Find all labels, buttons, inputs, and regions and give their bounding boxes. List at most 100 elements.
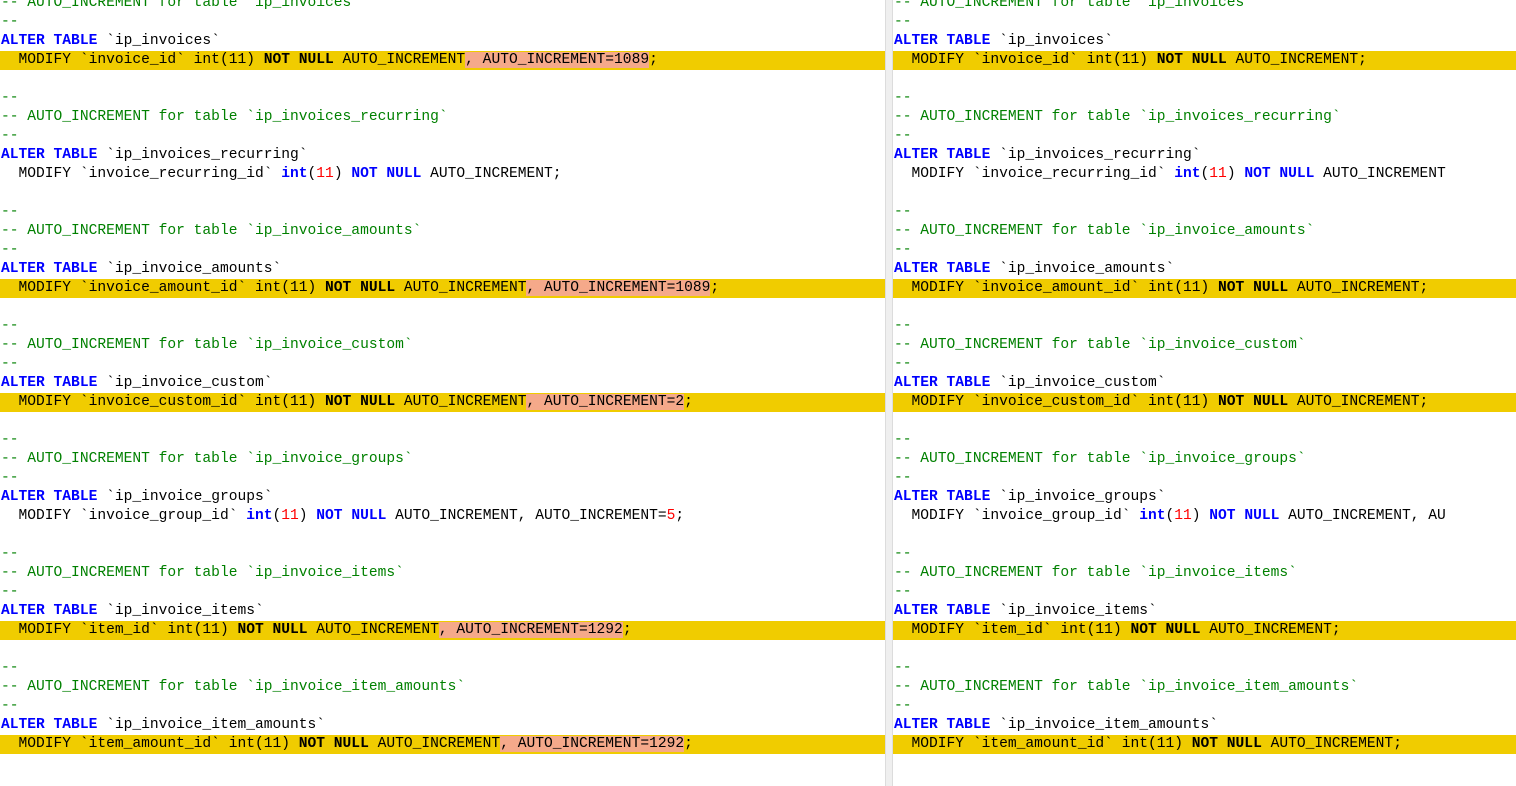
sql-keyword: int xyxy=(246,508,273,524)
diff-pane-left[interactable]: -- AUTO_INCREMENT for table `ip_invoices… xyxy=(0,0,885,786)
pane-splitter[interactable] xyxy=(885,0,893,786)
changed-code-line[interactable]: MODIFY `item_amount_id` int(11) NOT NULL… xyxy=(0,735,885,754)
sql-number: 11 xyxy=(1209,166,1227,182)
code-line[interactable]: -- xyxy=(0,13,885,32)
code-line[interactable] xyxy=(0,298,885,317)
sql-text: `ip_invoices_recurring` xyxy=(990,147,1201,163)
code-line[interactable]: -- xyxy=(0,355,885,374)
code-line[interactable] xyxy=(893,526,1516,545)
code-line[interactable]: -- xyxy=(893,203,1516,222)
changed-code-line[interactable]: MODIFY `item_amount_id` int(11) NOT NULL… xyxy=(893,735,1516,754)
code-line[interactable]: -- AUTO_INCREMENT for table `ip_invoice_… xyxy=(0,678,885,697)
code-line[interactable]: -- xyxy=(0,89,885,108)
code-line[interactable]: -- AUTO_INCREMENT for table `ip_invoice_… xyxy=(0,450,885,469)
code-line[interactable]: -- AUTO_INCREMENT for table `ip_invoice_… xyxy=(893,222,1516,241)
diff-pane-right[interactable]: -- AUTO_INCREMENT for table `ip_invoices… xyxy=(893,0,1516,786)
code-line[interactable]: -- xyxy=(0,203,885,222)
code-line[interactable]: ALTER TABLE `ip_invoice_groups` xyxy=(0,488,885,507)
sql-text: `ip_invoices` xyxy=(990,33,1113,49)
changed-code-line[interactable]: MODIFY `item_id` int(11) NOT NULL AUTO_I… xyxy=(893,621,1516,640)
code-line[interactable]: ALTER TABLE `ip_invoice_custom` xyxy=(893,374,1516,393)
changed-code-line[interactable]: MODIFY `invoice_amount_id` int(11) NOT N… xyxy=(893,279,1516,298)
code-line[interactable] xyxy=(0,526,885,545)
code-line[interactable]: -- xyxy=(0,545,885,564)
removed-text: , AUTO_INCREMENT=1292 xyxy=(438,622,623,638)
code-line[interactable]: ALTER TABLE `ip_invoices_recurring` xyxy=(0,146,885,165)
code-line[interactable] xyxy=(893,184,1516,203)
code-line[interactable]: -- AUTO_INCREMENT for table `ip_invoice_… xyxy=(893,450,1516,469)
code-line[interactable]: -- xyxy=(0,127,885,146)
code-line[interactable]: -- xyxy=(893,431,1516,450)
code-line[interactable]: -- AUTO_INCREMENT for table `ip_invoices… xyxy=(0,108,885,127)
code-line[interactable]: ALTER TABLE `ip_invoice_item_amounts` xyxy=(893,716,1516,735)
code-line[interactable]: ALTER TABLE `ip_invoice_amounts` xyxy=(893,260,1516,279)
code-line[interactable]: -- AUTO_INCREMENT for table `ip_invoice_… xyxy=(893,678,1516,697)
code-line[interactable]: MODIFY `invoice_group_id` int(11) NOT NU… xyxy=(0,507,885,526)
code-line[interactable]: -- xyxy=(0,241,885,260)
sql-keyword: ALTER TABLE xyxy=(894,261,991,277)
changed-code-line[interactable]: MODIFY `invoice_id` int(11) NOT NULL AUT… xyxy=(893,51,1516,70)
code-line[interactable] xyxy=(0,70,885,89)
changed-code-line[interactable]: MODIFY `invoice_custom_id` int(11) NOT N… xyxy=(893,393,1516,412)
code-line[interactable] xyxy=(893,640,1516,659)
code-line[interactable]: -- xyxy=(893,355,1516,374)
code-line[interactable]: ALTER TABLE `ip_invoice_items` xyxy=(0,602,885,621)
code-line[interactable]: -- xyxy=(893,89,1516,108)
code-line[interactable]: -- xyxy=(893,127,1516,146)
code-line[interactable]: -- xyxy=(893,659,1516,678)
sql-comment: -- xyxy=(894,204,912,220)
code-line[interactable]: -- xyxy=(0,431,885,450)
code-line[interactable]: -- xyxy=(893,697,1516,716)
sql-keyword: NOT NULL xyxy=(1209,508,1280,524)
code-line[interactable]: -- xyxy=(893,13,1516,32)
sql-text: ( xyxy=(1165,508,1175,524)
sql-comment: -- xyxy=(1,242,19,258)
code-line[interactable]: -- xyxy=(893,469,1516,488)
code-line[interactable]: -- xyxy=(0,659,885,678)
sql-text: MODIFY `invoice_amount_id` int(11) xyxy=(894,280,1219,296)
changed-code-line[interactable]: MODIFY `invoice_id` int(11) NOT NULL AUT… xyxy=(0,51,885,70)
sql-comment: -- xyxy=(1,660,19,676)
code-line[interactable]: -- AUTO_INCREMENT for table `ip_invoice_… xyxy=(0,336,885,355)
code-line[interactable] xyxy=(0,640,885,659)
code-line[interactable]: -- AUTO_INCREMENT for table `ip_invoices… xyxy=(893,108,1516,127)
changed-code-line[interactable]: MODIFY `invoice_amount_id` int(11) NOT N… xyxy=(0,279,885,298)
sql-text: `ip_invoice_item_amounts` xyxy=(990,717,1219,733)
sql-text: `ip_invoice_items` xyxy=(97,603,264,619)
code-line[interactable]: -- AUTO_INCREMENT for table `ip_invoices… xyxy=(0,0,885,13)
code-line[interactable]: -- xyxy=(0,583,885,602)
code-line[interactable]: -- AUTO_INCREMENT for table `ip_invoice_… xyxy=(0,564,885,583)
code-line[interactable]: MODIFY `invoice_recurring_id` int(11) NO… xyxy=(893,165,1516,184)
code-line[interactable]: -- AUTO_INCREMENT for table `ip_invoices… xyxy=(893,0,1516,13)
code-line[interactable]: -- xyxy=(0,317,885,336)
sql-text: `ip_invoice_custom` xyxy=(97,375,273,391)
code-line[interactable]: ALTER TABLE `ip_invoice_custom` xyxy=(0,374,885,393)
sql-comment: -- xyxy=(894,14,912,30)
code-line[interactable]: ALTER TABLE `ip_invoice_items` xyxy=(893,602,1516,621)
code-line[interactable]: MODIFY `invoice_recurring_id` int(11) NO… xyxy=(0,165,885,184)
code-line[interactable]: -- xyxy=(0,469,885,488)
code-line[interactable] xyxy=(893,298,1516,317)
code-line[interactable]: -- AUTO_INCREMENT for table `ip_invoice_… xyxy=(893,336,1516,355)
code-line[interactable]: -- xyxy=(893,545,1516,564)
code-line[interactable]: ALTER TABLE `ip_invoice_item_amounts` xyxy=(0,716,885,735)
changed-code-line[interactable]: MODIFY `invoice_custom_id` int(11) NOT N… xyxy=(0,393,885,412)
code-line[interactable] xyxy=(893,70,1516,89)
code-line[interactable] xyxy=(0,184,885,203)
code-line[interactable]: ALTER TABLE `ip_invoice_groups` xyxy=(893,488,1516,507)
code-line[interactable]: -- AUTO_INCREMENT for table `ip_invoice_… xyxy=(893,564,1516,583)
changed-code-line[interactable]: MODIFY `item_id` int(11) NOT NULL AUTO_I… xyxy=(0,621,885,640)
code-line[interactable]: -- AUTO_INCREMENT for table `ip_invoice_… xyxy=(0,222,885,241)
code-line[interactable] xyxy=(0,412,885,431)
code-line[interactable]: ALTER TABLE `ip_invoices_recurring` xyxy=(893,146,1516,165)
code-line[interactable]: -- xyxy=(893,583,1516,602)
code-line[interactable]: MODIFY `invoice_group_id` int(11) NOT NU… xyxy=(893,507,1516,526)
code-line[interactable]: ALTER TABLE `ip_invoices` xyxy=(893,32,1516,51)
code-line[interactable]: ALTER TABLE `ip_invoices` xyxy=(0,32,885,51)
code-line[interactable]: -- xyxy=(893,317,1516,336)
code-line[interactable] xyxy=(893,412,1516,431)
code-line[interactable]: -- xyxy=(0,697,885,716)
sql-number: 11 xyxy=(1174,508,1192,524)
code-line[interactable]: ALTER TABLE `ip_invoice_amounts` xyxy=(0,260,885,279)
code-line[interactable]: -- xyxy=(893,241,1516,260)
